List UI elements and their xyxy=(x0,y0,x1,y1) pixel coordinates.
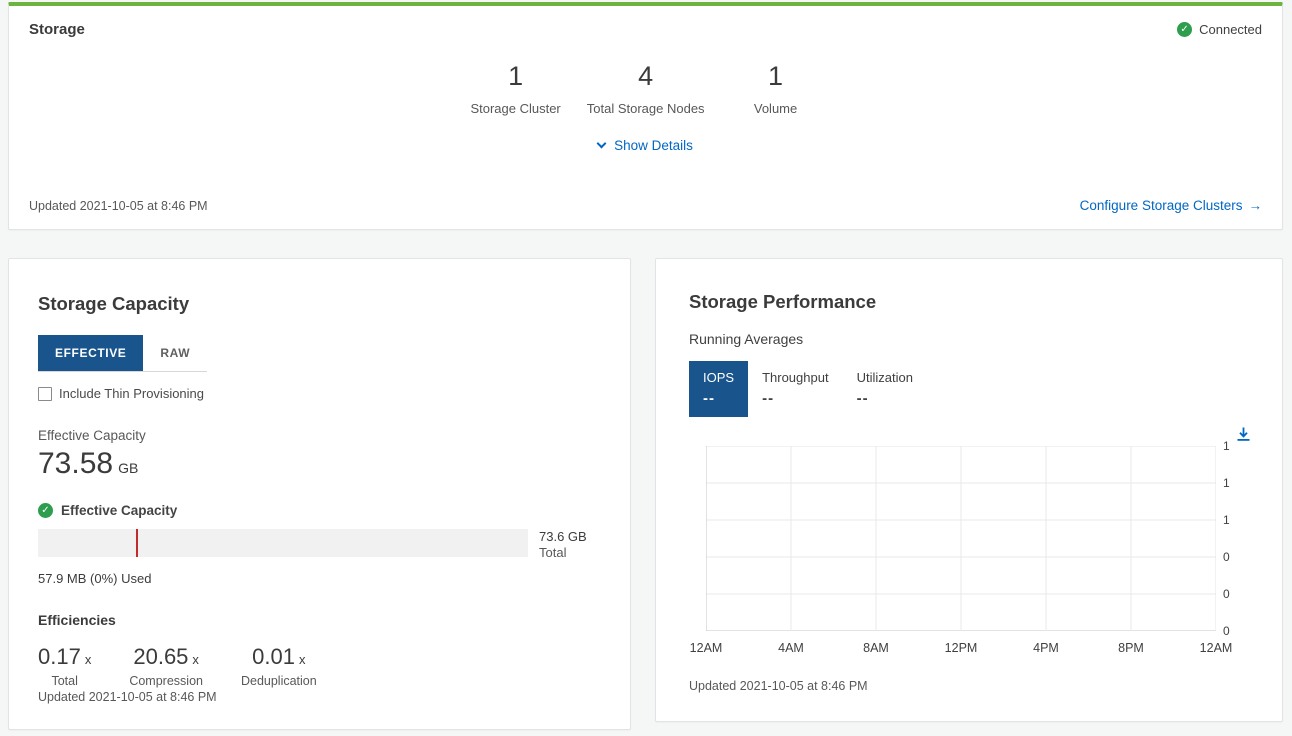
chart-toolbar xyxy=(689,427,1254,441)
thin-provisioning-checkbox[interactable] xyxy=(38,387,52,401)
connected-check-icon: ✓ xyxy=(1177,22,1192,37)
capacity-usage-bar xyxy=(38,529,528,557)
show-details-link[interactable]: Show Details xyxy=(598,138,693,153)
x-tick: 12AM xyxy=(690,641,723,655)
efficiency-label: Total xyxy=(38,674,91,688)
capacity-panel-footer: Updated 2021-10-05 at 8:46 PM xyxy=(38,688,602,706)
efficiencies-title: Efficiencies xyxy=(38,612,602,628)
storage-panel-header: Storage ✓ Connected xyxy=(29,6,1262,38)
chevron-down-icon xyxy=(597,138,607,148)
tab-raw[interactable]: RAW xyxy=(143,335,207,371)
x-tick: 4PM xyxy=(1033,641,1059,655)
y-tick: 0 xyxy=(1223,624,1230,638)
efficiency-compression: 20.65 x Compression xyxy=(129,644,203,688)
thin-provisioning-row: Include Thin Provisioning xyxy=(38,386,602,401)
effective-capacity-value: 73.58 xyxy=(38,447,113,481)
stat-total-storage-nodes: 4 Total Storage Nodes xyxy=(587,62,705,116)
lower-panels: Storage Capacity EFFECTIVE RAW Include T… xyxy=(8,258,1283,730)
capacity-bar-title: Effective Capacity xyxy=(61,503,177,518)
capacity-bar-title-row: ✓ Effective Capacity xyxy=(38,503,602,518)
storage-dashboard: Storage ✓ Connected 1 Storage Cluster 4 … xyxy=(0,0,1292,730)
running-averages-label: Running Averages xyxy=(689,331,1254,347)
x-tick: 12AM xyxy=(1200,641,1233,655)
tab-utilization-value: -- xyxy=(857,390,913,407)
show-details-label: Show Details xyxy=(614,138,693,153)
capacity-total-value: 73.6 GB xyxy=(539,529,587,545)
effective-capacity-unit: GB xyxy=(118,460,138,476)
storage-stats: 1 Storage Cluster 4 Total Storage Nodes … xyxy=(29,62,1262,116)
y-tick: 1 xyxy=(1223,439,1230,453)
stat-label: Storage Cluster xyxy=(470,101,560,116)
storage-panel: Storage ✓ Connected 1 Storage Cluster 4 … xyxy=(8,2,1283,230)
capacity-used-text: 57.9 MB (0%) Used xyxy=(38,571,602,586)
stat-label: Volume xyxy=(731,101,821,116)
configure-storage-clusters-label: Configure Storage Clusters xyxy=(1080,198,1243,213)
storage-capacity-title: Storage Capacity xyxy=(38,293,602,315)
storage-performance-panel: Storage Performance Running Averages IOP… xyxy=(655,258,1283,722)
x-tick: 8PM xyxy=(1118,641,1144,655)
capacity-tab-bar: EFFECTIVE RAW xyxy=(38,335,207,372)
efficiency-value: 20.65 xyxy=(133,644,188,670)
effective-capacity-label: Effective Capacity xyxy=(38,428,602,443)
efficiency-value: 0.01 xyxy=(252,644,295,670)
tab-throughput[interactable]: Throughput -- xyxy=(748,361,843,417)
stat-value: 4 xyxy=(587,62,705,92)
stat-value: 1 xyxy=(470,62,560,92)
tab-throughput-value: -- xyxy=(762,390,829,407)
capacity-threshold-marker xyxy=(136,529,138,557)
stat-volume: 1 Volume xyxy=(731,62,821,116)
connection-status: ✓ Connected xyxy=(1177,22,1262,37)
efficiency-multiplier: x xyxy=(192,652,199,667)
capacity-updated-text: Updated 2021-10-05 at 8:46 PM xyxy=(38,690,217,704)
tab-iops-label: IOPS xyxy=(703,370,734,385)
efficiency-value: 0.17 xyxy=(38,644,81,670)
efficiency-multiplier: x xyxy=(85,652,92,667)
efficiency-total: 0.17 x Total xyxy=(38,644,91,688)
efficiency-label: Compression xyxy=(129,674,203,688)
configure-storage-clusters-link[interactable]: Configure Storage Clusters → xyxy=(1080,198,1262,213)
iops-chart: 1 1 1 0 0 0 xyxy=(706,446,1254,631)
chart-gridlines xyxy=(706,446,1216,631)
effective-capacity-value-row: 73.58 GB xyxy=(38,447,602,481)
efficiency-label: Deduplication xyxy=(241,674,317,688)
efficiency-deduplication: 0.01 x Deduplication xyxy=(241,644,317,688)
storage-panel-title: Storage xyxy=(29,21,85,38)
x-tick: 12PM xyxy=(945,641,978,655)
y-tick: 0 xyxy=(1223,587,1230,601)
capacity-bar-row: 73.6 GB Total xyxy=(38,529,602,562)
storage-panel-footer: Updated 2021-10-05 at 8:46 PM Configure … xyxy=(29,198,1262,213)
capacity-check-icon: ✓ xyxy=(38,503,53,518)
chart-plot-area xyxy=(706,446,1216,631)
capacity-total-label: Total xyxy=(539,545,587,561)
thin-provisioning-label: Include Thin Provisioning xyxy=(59,386,204,401)
stat-storage-cluster: 1 Storage Cluster xyxy=(470,62,560,116)
x-tick: 8AM xyxy=(863,641,889,655)
chart-x-axis: 12AM 4AM 8AM 12PM 4PM 8PM 12AM xyxy=(706,641,1216,661)
storage-capacity-panel: Storage Capacity EFFECTIVE RAW Include T… xyxy=(8,258,631,730)
storage-updated-text: Updated 2021-10-05 at 8:46 PM xyxy=(29,199,208,213)
y-tick: 1 xyxy=(1223,513,1230,527)
performance-panel-footer: Updated 2021-10-05 at 8:46 PM xyxy=(689,677,1254,695)
efficiency-multiplier: x xyxy=(299,652,306,667)
y-tick: 1 xyxy=(1223,476,1230,490)
chart-y-axis: 1 1 1 0 0 0 xyxy=(1216,446,1254,631)
tab-iops[interactable]: IOPS -- xyxy=(689,361,748,417)
stat-value: 1 xyxy=(731,62,821,92)
arrow-right-icon: → xyxy=(1249,198,1263,213)
tab-utilization[interactable]: Utilization -- xyxy=(843,361,927,417)
tab-throughput-label: Throughput xyxy=(762,370,829,385)
storage-performance-title: Storage Performance xyxy=(689,291,1254,313)
tab-effective[interactable]: EFFECTIVE xyxy=(38,335,143,371)
tab-iops-value: -- xyxy=(703,390,734,407)
y-tick: 0 xyxy=(1223,550,1230,564)
stat-label: Total Storage Nodes xyxy=(587,101,705,116)
performance-tab-bar: IOPS -- Throughput -- Utilization -- xyxy=(689,361,927,417)
efficiencies-row: 0.17 x Total 20.65 x Compression 0.01 x xyxy=(38,644,602,688)
download-icon[interactable] xyxy=(1237,427,1250,441)
capacity-total: 73.6 GB Total xyxy=(539,529,587,562)
tab-utilization-label: Utilization xyxy=(857,370,913,385)
x-tick: 4AM xyxy=(778,641,804,655)
performance-updated-text: Updated 2021-10-05 at 8:46 PM xyxy=(689,679,868,693)
connection-status-label: Connected xyxy=(1199,22,1262,37)
